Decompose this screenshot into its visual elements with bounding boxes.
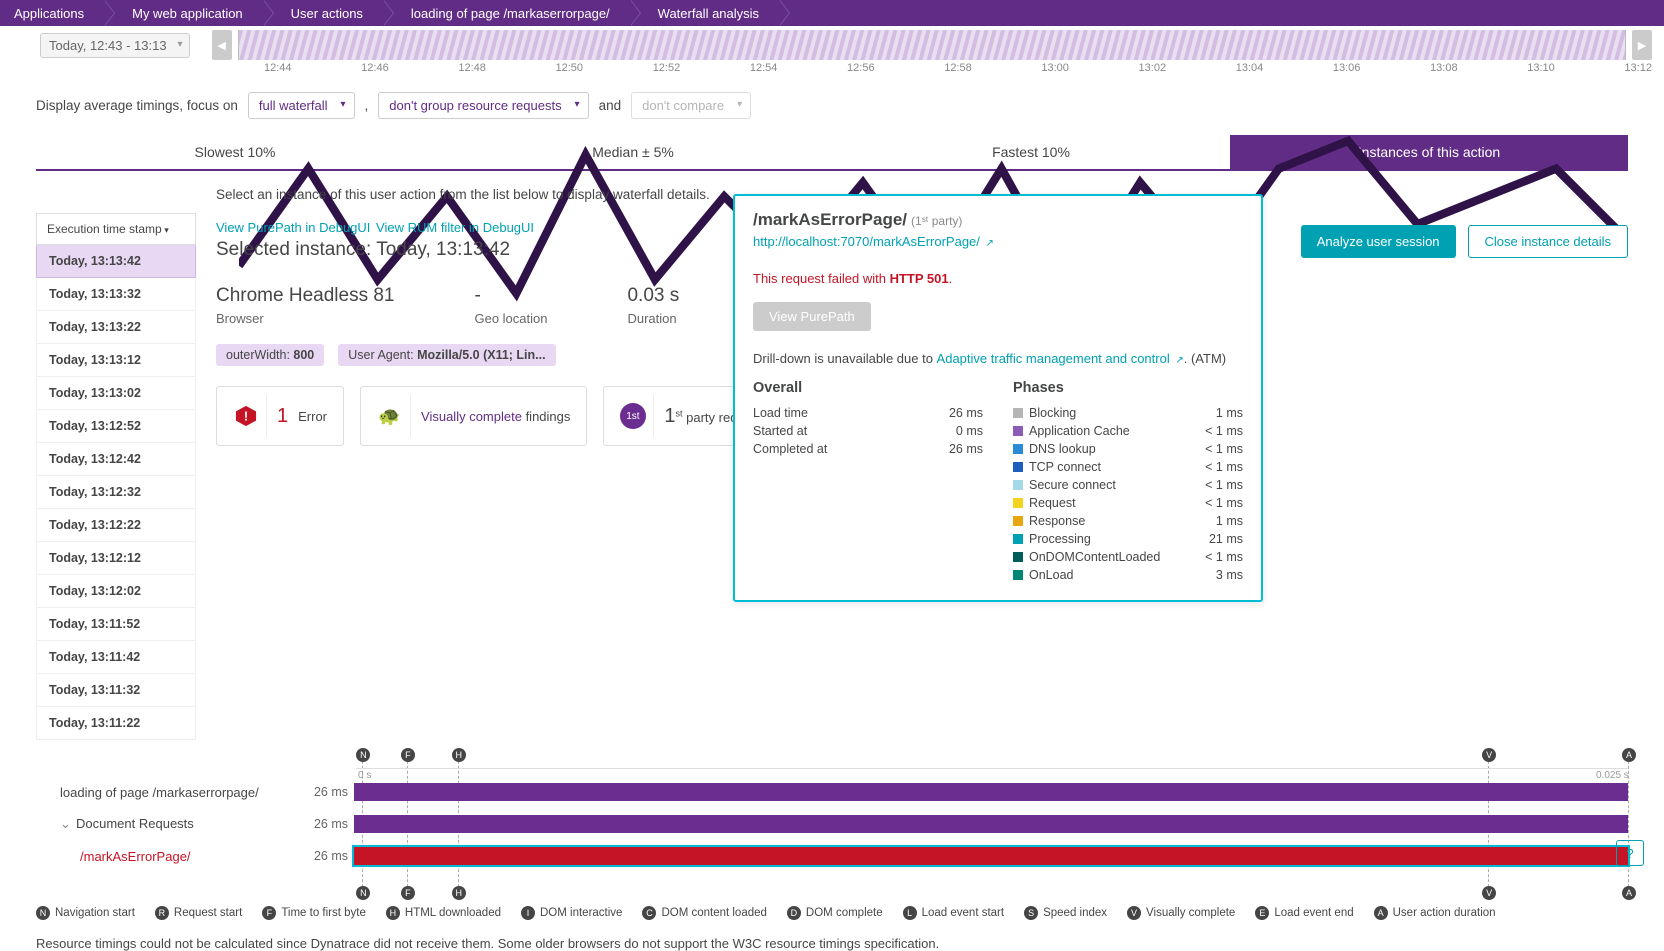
compare-dropdown: don't compare — [631, 92, 751, 119]
waterfall: NNFFHHVVAA 0 s 0.025 s loading of page /… — [36, 762, 1628, 886]
instance-row[interactable]: Today, 13:12:32 — [36, 476, 196, 509]
external-link-icon — [984, 234, 994, 249]
popup-title: /markAsErrorPage/ — [753, 210, 907, 229]
instance-row[interactable]: Today, 13:11:22 — [36, 707, 196, 740]
time-strip: Today, 12:43 - 13:13 ◀ ▶ 12:4412:4612:48… — [0, 26, 1664, 74]
crumb-app[interactable]: My web application — [104, 0, 263, 26]
instance-row[interactable]: Today, 13:13:32 — [36, 278, 196, 311]
instance-row[interactable]: Today, 13:12:42 — [36, 443, 196, 476]
popup-error: This request failed with HTTP 501. — [753, 271, 1243, 286]
purepath-link[interactable]: View PurePath in DebugUI — [216, 220, 370, 235]
legend-item: IDOM interactive — [521, 906, 622, 920]
error-icon: ! — [225, 395, 267, 437]
time-prev-button[interactable]: ◀ — [212, 30, 232, 60]
legend-item: LLoad event start — [903, 906, 1004, 920]
legend-item: RRequest start — [155, 906, 242, 920]
instance-row[interactable]: Today, 13:13:42 — [36, 245, 196, 278]
instance-row[interactable]: Today, 13:13:12 — [36, 344, 196, 377]
external-link-icon — [1173, 351, 1183, 366]
legend-item: VVisually complete — [1127, 906, 1235, 920]
instance-row[interactable]: Today, 13:13:22 — [36, 311, 196, 344]
crumb-waterfall[interactable]: Waterfall analysis — [630, 0, 779, 26]
adaptive-traffic-link[interactable]: Adaptive traffic management and control — [937, 351, 1184, 366]
legend-item: NNavigation start — [36, 906, 135, 920]
instance-list-header[interactable]: Execution time stamp — [36, 213, 196, 245]
close-details-button[interactable]: Close instance details — [1468, 225, 1628, 258]
group-dropdown[interactable]: don't group resource requests — [378, 92, 588, 119]
geo-value: - — [474, 285, 547, 307]
instance-row[interactable]: Today, 13:11:42 — [36, 641, 196, 674]
rum-link[interactable]: View RUM filter in DebugUI — [376, 220, 534, 235]
analyze-session-button[interactable]: Analyze user session — [1301, 225, 1456, 258]
legend-item: DDOM complete — [787, 906, 883, 920]
turtle-icon: 🐢 — [369, 395, 411, 437]
popup-url[interactable]: http://localhost:7070/markAsErrorPage/ — [753, 234, 994, 249]
tag-useragent: User Agent: Mozilla/5.0 (X11; Lin... — [338, 344, 555, 366]
legend-item: AUser action duration — [1374, 906, 1496, 920]
time-range-selector[interactable]: Today, 12:43 - 13:13 — [40, 33, 190, 58]
instance-row[interactable]: Today, 13:12:52 — [36, 410, 196, 443]
instance-row[interactable]: Today, 13:12:22 — [36, 509, 196, 542]
instance-row[interactable]: Today, 13:12:02 — [36, 575, 196, 608]
browser-value: Chrome Headless 81 — [216, 285, 394, 307]
crumb-useractions[interactable]: User actions — [263, 0, 383, 26]
waterfall-dropdown[interactable]: full waterfall — [248, 92, 355, 119]
waterfall-legend: NNavigation start RRequest start FTime to … — [36, 906, 1628, 920]
duration-value: 0.03 s — [627, 285, 679, 307]
visually-complete-card[interactable]: 🐢 Visually complete findings — [360, 386, 587, 446]
instance-row[interactable]: Today, 13:12:12 — [36, 542, 196, 575]
view-purepath-button: View PurePath — [753, 302, 871, 331]
tag-outerwidth: outerWidth: 800 — [216, 344, 324, 366]
help-button[interactable]: ? — [1616, 840, 1644, 866]
filter-prefix: Display average timings, focus on — [36, 98, 238, 113]
footnote: Resource timings could not be calculated… — [36, 936, 1628, 951]
time-next-button[interactable]: ▶ — [1632, 30, 1652, 60]
instance-row[interactable]: Today, 13:11:32 — [36, 674, 196, 707]
legend-item: ELoad event end — [1255, 906, 1353, 920]
instance-row[interactable]: Today, 13:11:52 — [36, 608, 196, 641]
sparkline[interactable] — [238, 30, 1626, 60]
error-card[interactable]: ! 1 Error — [216, 386, 344, 446]
legend-item: HHTML downloaded — [386, 906, 501, 920]
instance-row[interactable]: Today, 13:13:02 — [36, 377, 196, 410]
legend-item: SSpeed index — [1024, 906, 1107, 920]
drilldown-note: Drill-down is unavailable due to Adaptiv… — [753, 347, 1243, 366]
crumb-applications[interactable]: Applications — [0, 0, 104, 26]
svg-text:!: ! — [243, 409, 247, 424]
legend-item: CDOM content loaded — [642, 906, 766, 920]
instance-list: Execution time stamp Today, 13:13:42Toda… — [36, 187, 196, 740]
legend-item: FTime to first byte — [262, 906, 366, 920]
breadcrumb: Applications My web application User act… — [0, 0, 1664, 26]
request-detail-popup: /markAsErrorPage/(1ˢᵗ party) http://loca… — [733, 194, 1263, 602]
crumb-page[interactable]: loading of page /markaserrorpage/ — [383, 0, 630, 26]
chevron-down-icon[interactable]: ⌄ — [60, 816, 72, 832]
first-party-icon: 1st — [612, 395, 654, 437]
